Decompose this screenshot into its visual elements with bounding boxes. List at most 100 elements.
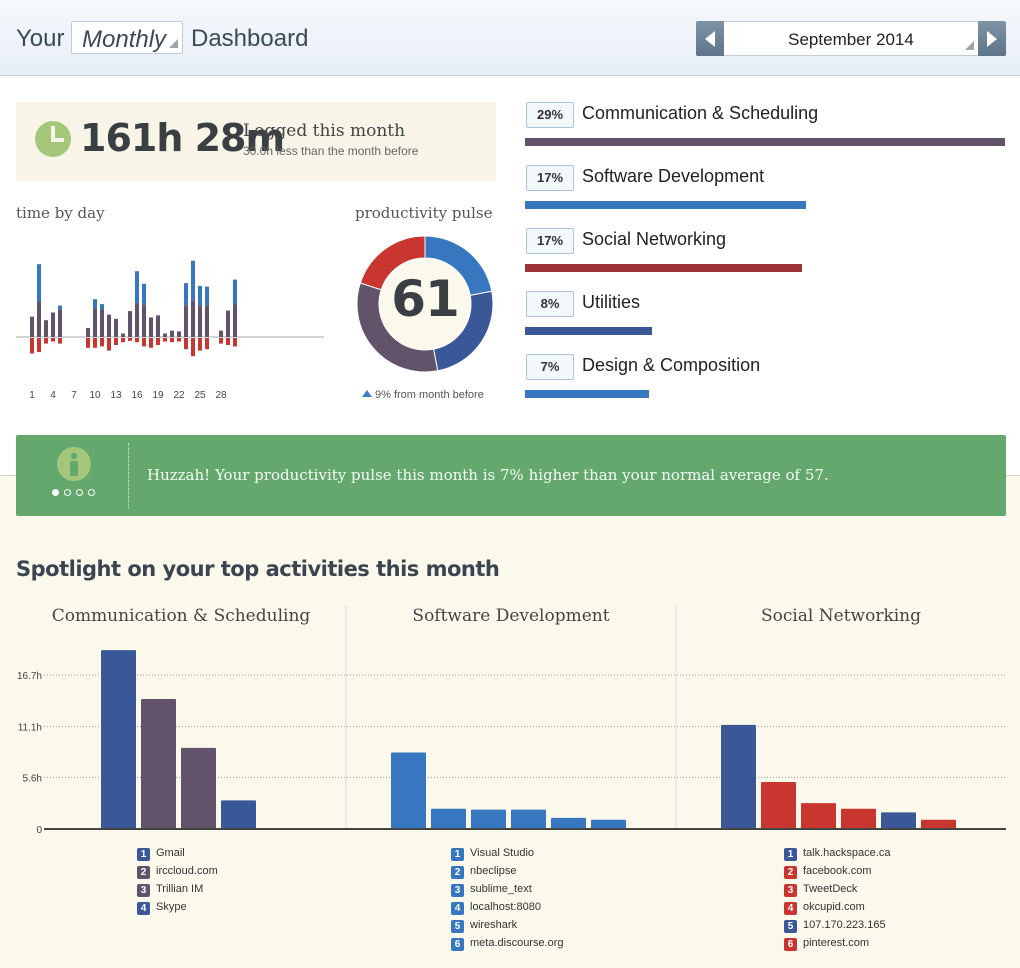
info-divider <box>128 443 129 509</box>
day-bar-top <box>191 260 195 301</box>
y-tick-label: 0 <box>36 825 42 836</box>
activity-bar[interactable] <box>881 812 916 829</box>
productivity-pulse-change: 9% from month before <box>362 389 484 401</box>
day-bar-distracting <box>135 338 139 343</box>
day-bar-mid <box>233 304 237 337</box>
legend-label: TweetDeck <box>803 883 858 895</box>
legend-rank-badge: 2 <box>784 866 797 879</box>
category-label: Utilities <box>582 292 641 312</box>
day-bar-mid <box>163 333 167 337</box>
next-month-button[interactable] <box>978 21 1006 56</box>
day-bar-mid <box>44 320 48 337</box>
day-bar-top <box>135 271 139 303</box>
day-bar-mid <box>205 305 209 337</box>
legend-rank-badge: 6 <box>451 938 464 951</box>
legend-rank-badge: 1 <box>451 848 464 861</box>
arrow-right-icon <box>987 31 997 47</box>
y-tick-label: 11.1h <box>18 723 42 734</box>
activity-bar[interactable] <box>391 752 426 829</box>
day-bar-mid <box>51 312 55 337</box>
day-bar-mid <box>198 305 202 337</box>
activity-bar[interactable] <box>591 819 626 829</box>
activity-bar[interactable] <box>431 808 466 829</box>
category-label: Design & Composition <box>582 355 761 375</box>
day-bar-mid <box>149 317 153 337</box>
previous-month-button[interactable] <box>696 21 724 56</box>
legend-rank-badge: 3 <box>451 884 464 897</box>
activity-bar[interactable] <box>141 699 176 829</box>
activity-bar[interactable] <box>841 808 876 829</box>
category-bar <box>525 201 806 209</box>
legend-label: Trillian IM <box>156 883 204 895</box>
activity-bar[interactable] <box>471 809 506 829</box>
day-tick-label: 10 <box>89 390 101 401</box>
clock-icon <box>35 121 71 157</box>
legend-label: okcupid.com <box>803 901 865 913</box>
y-tick-label: 16.7h <box>17 671 42 682</box>
spotlight-title: Spotlight on your top activities this mo… <box>16 557 500 581</box>
y-tick-label: 5.6h <box>23 773 42 784</box>
activity-bar[interactable] <box>551 817 586 829</box>
info-pager-dot-3[interactable] <box>76 489 83 496</box>
legend-label: nbeclipse <box>470 865 517 877</box>
day-bar-distracting <box>30 338 34 354</box>
day-tick-label: 1 <box>29 390 35 401</box>
day-bar-distracting <box>93 338 97 348</box>
day-bar-mid <box>226 310 230 337</box>
day-bar-distracting <box>226 338 230 345</box>
info-pager-dot-2[interactable] <box>64 489 71 496</box>
productivity-pulse-value: 61 <box>391 270 460 328</box>
legend-rank-badge: 5 <box>451 920 464 933</box>
activity-bar[interactable] <box>921 819 956 829</box>
legend-rank-badge: 2 <box>137 866 150 879</box>
day-bar-distracting <box>37 338 41 352</box>
day-bar-distracting <box>86 338 90 348</box>
day-bar-mid <box>184 305 188 337</box>
day-bar-top <box>93 299 97 309</box>
legend-rank-badge: 1 <box>784 848 797 861</box>
activity-bar[interactable] <box>511 809 546 829</box>
dropdown-corner-icon <box>965 41 974 50</box>
day-bar-distracting <box>114 338 118 345</box>
logged-comparison: 30.0h less than the month before <box>243 144 419 158</box>
legend-rank-badge: 2 <box>451 866 464 879</box>
day-bar-mid <box>177 331 181 337</box>
day-bar-distracting <box>51 338 55 342</box>
legend-label: irccloud.com <box>156 865 218 877</box>
activity-bar[interactable] <box>761 781 796 829</box>
day-bar-distracting <box>191 338 195 357</box>
logged-label: Logged this month <box>243 121 406 141</box>
day-bar-mid <box>142 305 146 337</box>
day-bar-top <box>205 286 209 306</box>
activity-bar[interactable] <box>801 803 836 829</box>
day-bar-distracting <box>184 338 188 350</box>
day-bar-top <box>37 264 41 302</box>
day-bar-distracting <box>149 338 153 348</box>
legend-rank-badge: 3 <box>784 884 797 897</box>
time-by-day-title: time by day <box>16 204 105 222</box>
legend-label: talk.hackspace.ca <box>803 847 891 859</box>
category-bar <box>525 390 649 398</box>
spotlight-bar-chart[interactable]: 0 5.6h 11.1h 16.7h <box>0 600 1020 840</box>
legend-label: facebook.com <box>803 865 872 877</box>
day-tick-label: 16 <box>131 390 143 401</box>
info-pager-dot-4[interactable] <box>88 489 95 496</box>
day-bar-distracting <box>163 338 167 342</box>
period-select-value: Monthly <box>82 26 167 53</box>
day-bar-distracting <box>205 338 209 350</box>
day-bar-mid <box>191 300 195 337</box>
activity-bar[interactable] <box>101 650 136 829</box>
activity-bar[interactable] <box>181 747 216 829</box>
activity-bar[interactable] <box>221 800 256 829</box>
period-select[interactable]: Monthly <box>71 21 183 54</box>
day-bar-mid <box>170 330 174 337</box>
day-tick-label: 13 <box>110 390 122 401</box>
day-tick-label: 28 <box>215 390 227 401</box>
day-bar-mid <box>37 301 41 337</box>
legend-rank-badge: 4 <box>137 902 150 915</box>
info-pager-dot-1[interactable] <box>52 489 59 496</box>
month-select[interactable]: September 2014 <box>724 21 978 56</box>
time-by-day-chart[interactable]: 1 4 7 10 13 16 19 22 25 28 <box>16 222 332 407</box>
activity-bar[interactable] <box>721 724 756 829</box>
legend-label: Skype <box>156 901 187 913</box>
